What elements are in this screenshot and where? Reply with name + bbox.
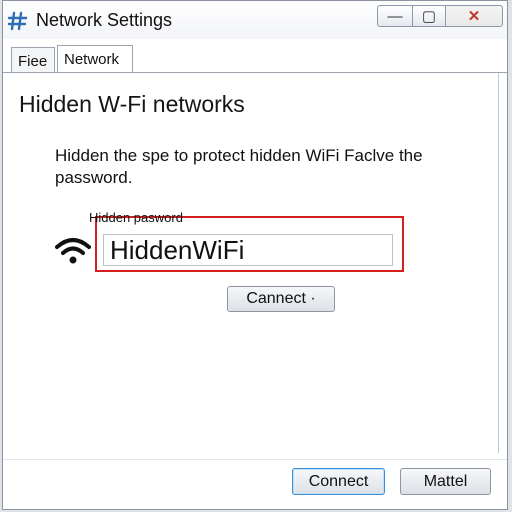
close-icon: ✕ xyxy=(467,8,481,25)
tab-panel-border xyxy=(3,72,507,73)
network-app-icon xyxy=(7,11,28,31)
footer-divider xyxy=(3,459,507,460)
minimize-icon: — xyxy=(387,7,403,25)
window-title: Network Settings xyxy=(36,10,173,30)
tab-label: Network xyxy=(64,51,120,68)
network-settings-window: Network Settings — ▢ ✕ Fiee Network Hidd… xyxy=(2,0,508,510)
cannect-button[interactable]: Cannect · xyxy=(227,286,335,312)
tab-network[interactable]: Network xyxy=(57,45,133,73)
title-bar[interactable]: Network Settings — ▢ ✕ xyxy=(3,1,507,39)
tab-label: Fiee xyxy=(18,53,48,70)
password-field-label: Hidden pasword xyxy=(89,210,183,225)
hidden-password-input[interactable] xyxy=(103,234,393,266)
maximize-button[interactable]: ▢ xyxy=(412,5,446,27)
page-title: Hidden W-Fi networks xyxy=(19,91,245,117)
tab-file[interactable]: Fiee xyxy=(11,47,55,73)
close-button[interactable]: ✕ xyxy=(445,5,503,27)
instructions-text: Hidden the spe to protect hidden WiFi Fa… xyxy=(55,146,423,187)
wifi-signal-icon xyxy=(55,238,91,264)
button-label: Mattel xyxy=(423,472,468,490)
cancel-button[interactable]: Mattel xyxy=(400,468,491,495)
connect-button[interactable]: Connect xyxy=(292,468,385,495)
minimize-button[interactable]: — xyxy=(377,5,413,27)
maximize-icon: ▢ xyxy=(421,8,437,25)
panel-right-border xyxy=(498,73,499,453)
button-label: Connect xyxy=(308,472,369,490)
highlight-connector xyxy=(197,216,205,218)
tab-strip: Fiee Network xyxy=(3,45,507,73)
button-label: Cannect · xyxy=(246,290,316,307)
